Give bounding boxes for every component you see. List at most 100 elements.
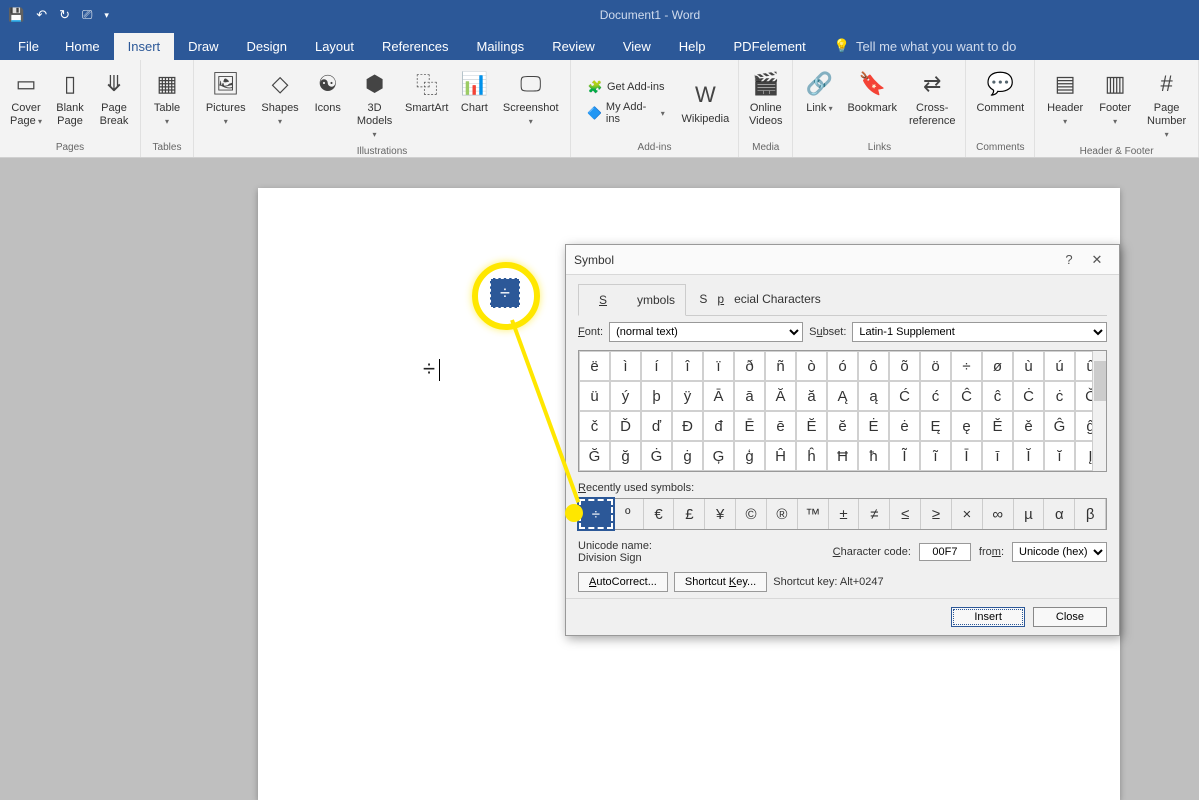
link-button[interactable]: 🔗Link <box>799 64 839 117</box>
smartart-button[interactable]: ⿻SmartArt <box>402 64 451 117</box>
chart-button[interactable]: 📊Chart <box>455 64 493 117</box>
comment-button[interactable]: 💬Comment <box>972 64 1028 117</box>
symbol-cell[interactable]: ÿ <box>672 381 703 411</box>
tab-design[interactable]: Design <box>233 33 301 60</box>
symbol-cell[interactable]: õ <box>889 351 920 381</box>
symbol-cell[interactable]: ù <box>1013 351 1044 381</box>
symbol-cell[interactable]: Ā <box>703 381 734 411</box>
tab-home[interactable]: Home <box>51 33 114 60</box>
symbol-cell[interactable]: Ğ <box>579 441 610 471</box>
symbol-cell[interactable]: Ġ <box>641 441 672 471</box>
save-icon[interactable]: 💾 <box>8 7 24 23</box>
symbol-cell[interactable]: ī <box>982 441 1013 471</box>
symbol-cell[interactable]: Ć <box>889 381 920 411</box>
close-button[interactable]: Close <box>1033 607 1107 627</box>
symbol-cell[interactable]: ā <box>734 381 765 411</box>
tab-symbols[interactable]: Symbols <box>578 284 686 316</box>
recent-symbol-cell[interactable]: ÷ <box>579 499 613 529</box>
footer-button[interactable]: ▥Footer <box>1093 64 1137 130</box>
wikipedia-button[interactable]: WWikipedia <box>679 75 732 128</box>
recent-symbol-cell[interactable]: º <box>613 499 644 529</box>
symbol-cell[interactable]: Đ <box>672 411 703 441</box>
symbol-cell[interactable]: Ą <box>827 381 858 411</box>
symbol-cell[interactable]: ē <box>765 411 796 441</box>
symbol-cell[interactable]: ÷ <box>951 351 982 381</box>
recent-symbol-cell[interactable]: ≤ <box>890 499 921 529</box>
recent-symbol-cell[interactable]: µ <box>1014 499 1045 529</box>
symbol-cell[interactable]: ġ <box>672 441 703 471</box>
touchmode-icon[interactable]: ⎚ <box>82 7 92 23</box>
tab-help[interactable]: Help <box>665 33 720 60</box>
symbol-cell[interactable]: Ĝ <box>1044 411 1075 441</box>
symbol-cell[interactable]: ć <box>920 381 951 411</box>
grid-scrollbar[interactable] <box>1092 351 1106 471</box>
symbol-cell[interactable]: ø <box>982 351 1013 381</box>
symbol-cell[interactable]: ğ <box>610 441 641 471</box>
insert-button[interactable]: Insert <box>951 607 1025 627</box>
symbol-cell[interactable]: ĥ <box>796 441 827 471</box>
pictures-button[interactable]: 🖼Pictures <box>200 64 251 130</box>
symbol-cell[interactable]: Ĕ <box>796 411 827 441</box>
font-select[interactable]: (normal text) <box>609 322 803 342</box>
header-button[interactable]: ▤Header <box>1041 64 1089 130</box>
cover-page-button[interactable]: ▭Cover Page <box>6 64 46 130</box>
close-icon[interactable]: ✕ <box>1083 252 1111 268</box>
symbol-cell[interactable]: ĕ <box>827 411 858 441</box>
symbol-cell[interactable]: đ <box>703 411 734 441</box>
pagenumber-button[interactable]: #Page Number <box>1141 64 1192 144</box>
symbol-cell[interactable]: ě <box>1013 411 1044 441</box>
recent-symbol-cell[interactable]: ± <box>829 499 860 529</box>
tab-references[interactable]: References <box>368 33 462 60</box>
from-select[interactable]: Unicode (hex) <box>1012 542 1107 562</box>
tellme[interactable]: 💡 Tell me what you want to do <box>820 32 1031 60</box>
tab-view[interactable]: View <box>609 33 665 60</box>
symbol-cell[interactable]: Ē <box>734 411 765 441</box>
recent-symbol-cell[interactable]: € <box>644 499 675 529</box>
recent-symbol-cell[interactable]: £ <box>674 499 705 529</box>
symbol-cell[interactable]: í <box>641 351 672 381</box>
symbol-cell[interactable]: þ <box>641 381 672 411</box>
symbol-cell[interactable]: ý <box>610 381 641 411</box>
autocorrect-button[interactable]: AutoCorrect... <box>578 572 668 592</box>
symbol-cell[interactable]: Ħ <box>827 441 858 471</box>
3dmodels-button[interactable]: ⬢3D Models <box>351 64 398 144</box>
screenshot-button[interactable]: 🖵Screenshot <box>497 64 563 130</box>
online-videos-button[interactable]: 🎬Online Videos <box>745 64 786 130</box>
recent-symbol-cell[interactable]: β <box>1075 499 1106 529</box>
symbol-cell[interactable]: Ė <box>858 411 889 441</box>
shapes-button[interactable]: ◇Shapes <box>255 64 304 130</box>
symbol-cell[interactable]: ü <box>579 381 610 411</box>
recent-symbol-cell[interactable]: α <box>1044 499 1075 529</box>
symbol-cell[interactable]: ģ <box>734 441 765 471</box>
recent-symbol-cell[interactable]: ∞ <box>983 499 1014 529</box>
shortcutkey-button[interactable]: Shortcut Key... <box>674 572 767 592</box>
symbol-cell[interactable]: ð <box>734 351 765 381</box>
symbol-cell[interactable]: ú <box>1044 351 1075 381</box>
blank-page-button[interactable]: ▯Blank Page <box>50 64 90 130</box>
tab-file[interactable]: File <box>6 33 51 60</box>
symbol-cell[interactable]: Ĉ <box>951 381 982 411</box>
page-break-button[interactable]: ⤋Page Break <box>94 64 134 130</box>
symbol-cell[interactable]: Ĩ <box>889 441 920 471</box>
symbol-cell[interactable]: ĩ <box>920 441 951 471</box>
symbol-cell[interactable]: Ģ <box>703 441 734 471</box>
tab-mailings[interactable]: Mailings <box>463 33 539 60</box>
tab-draw[interactable]: Draw <box>174 33 232 60</box>
symbol-cell[interactable]: Ă <box>765 381 796 411</box>
tab-insert[interactable]: Insert <box>114 33 175 60</box>
recent-symbol-cell[interactable]: ≠ <box>859 499 890 529</box>
help-button[interactable]: ? <box>1055 252 1083 267</box>
tab-review[interactable]: Review <box>538 33 609 60</box>
symbol-cell[interactable]: ó <box>827 351 858 381</box>
recent-symbol-cell[interactable]: ® <box>767 499 798 529</box>
symbol-cell[interactable]: ö <box>920 351 951 381</box>
symbol-cell[interactable]: ĭ <box>1044 441 1075 471</box>
my-addins-button[interactable]: 🔷My Add-ins▾ <box>581 99 671 127</box>
recent-symbol-cell[interactable]: © <box>736 499 767 529</box>
subset-select[interactable]: Latin-1 Supplement <box>852 322 1107 342</box>
recent-symbol-cell[interactable]: ¥ <box>705 499 736 529</box>
symbol-cell[interactable]: ď <box>641 411 672 441</box>
redo-icon[interactable]: ↻ <box>59 7 70 23</box>
symbol-cell[interactable]: Ě <box>982 411 1013 441</box>
tab-layout[interactable]: Layout <box>301 33 368 60</box>
